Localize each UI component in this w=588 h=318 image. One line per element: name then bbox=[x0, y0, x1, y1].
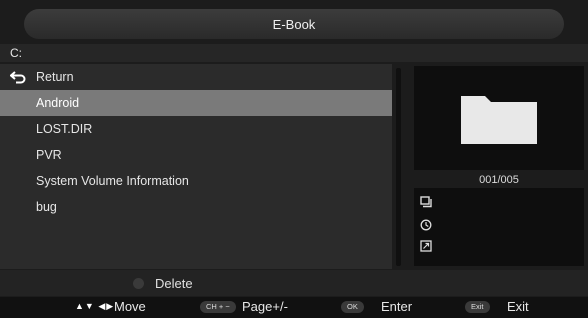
navigation-arrows-icon: ▲▼ ◀▶ bbox=[75, 301, 115, 311]
enter-label: Enter bbox=[381, 299, 413, 314]
file-item-android[interactable]: Android bbox=[0, 90, 392, 116]
move-label: Move bbox=[114, 299, 146, 314]
file-label: LOST.DIR bbox=[36, 122, 93, 136]
file-label: Android bbox=[36, 96, 80, 110]
ok-key-badge: OK bbox=[341, 301, 364, 313]
folder-icon bbox=[461, 96, 537, 144]
delete-button-icon[interactable] bbox=[133, 278, 144, 289]
delete-label: Delete bbox=[155, 276, 193, 291]
fullscreen-icon bbox=[420, 240, 432, 252]
scrollbar[interactable] bbox=[396, 68, 401, 266]
path-label: C: bbox=[0, 44, 588, 62]
file-item-pvr[interactable]: PVR bbox=[0, 142, 392, 168]
file-item-bug[interactable]: bug bbox=[0, 194, 392, 220]
clock-icon bbox=[420, 219, 432, 231]
exit-key-badge: Exit bbox=[465, 301, 490, 313]
ch-key-badge: CH + − bbox=[200, 301, 236, 313]
title-bar: E-Book bbox=[24, 9, 564, 39]
file-item-system-volume-information[interactable]: System Volume Information bbox=[0, 168, 392, 194]
preview-pane bbox=[414, 66, 584, 170]
file-label: bug bbox=[36, 200, 57, 214]
file-list: Return Android LOST.DIR PVR System Volum… bbox=[0, 64, 392, 269]
info-panel bbox=[414, 188, 584, 266]
return-icon bbox=[10, 71, 26, 84]
exit-label: Exit bbox=[507, 299, 529, 314]
return-item[interactable]: Return bbox=[0, 64, 392, 90]
return-label: Return bbox=[36, 70, 74, 84]
file-counter: 001/005 bbox=[479, 174, 519, 186]
file-label: System Volume Information bbox=[36, 174, 189, 188]
file-item-lost-dir[interactable]: LOST.DIR bbox=[0, 116, 392, 142]
pages-icon bbox=[420, 196, 432, 208]
page-label: Page+/- bbox=[242, 299, 288, 314]
file-label: PVR bbox=[36, 148, 62, 162]
help-bar: ▲▼ ◀▶ Move CH + − Page+/- OK Enter Exit … bbox=[0, 297, 588, 318]
action-bar bbox=[0, 270, 588, 296]
page-title: E-Book bbox=[272, 16, 316, 32]
